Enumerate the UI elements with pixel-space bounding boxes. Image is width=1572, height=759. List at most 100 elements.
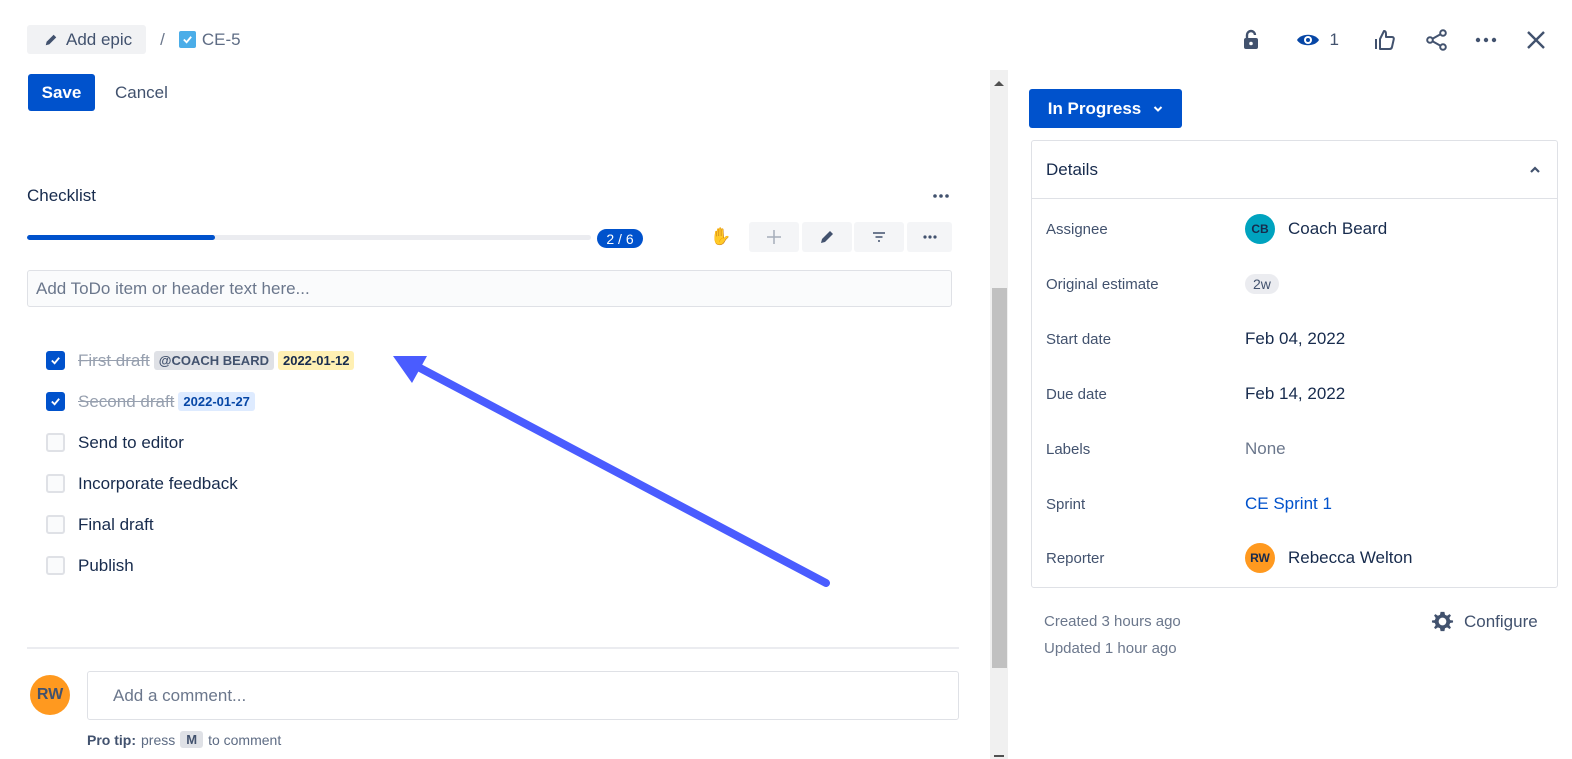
scroll-down-arrow-icon[interactable] bbox=[994, 755, 1004, 757]
detail-original-estimate: Original estimate 2w bbox=[1046, 269, 1279, 299]
created-timestamp: Created 3 hours ago bbox=[1044, 613, 1181, 630]
filter-button[interactable] bbox=[854, 222, 904, 252]
item-text[interactable]: Publish bbox=[78, 556, 134, 576]
shortcut-key: M bbox=[180, 731, 204, 748]
chevron-up-icon bbox=[1530, 165, 1540, 173]
main-scrollbar[interactable] bbox=[990, 70, 1008, 759]
checklist-item: Second draft 2022-01-27 bbox=[46, 381, 354, 422]
checklist-items: First draft @COACH BEARD 2022-01-12 Seco… bbox=[46, 340, 355, 586]
item-text[interactable]: Incorporate feedback bbox=[78, 474, 238, 494]
item-checkbox[interactable] bbox=[46, 474, 65, 493]
start-date-value[interactable]: Feb 04, 2022 bbox=[1245, 329, 1345, 349]
status-label: In Progress bbox=[1047, 98, 1142, 118]
item-checkbox[interactable] bbox=[46, 515, 65, 534]
pencil-icon bbox=[45, 34, 57, 45]
task-checkbox-icon bbox=[178, 31, 196, 48]
checklist-item: Send to editor bbox=[46, 422, 354, 463]
unlock-icon bbox=[1243, 29, 1258, 49]
checklist-more-button[interactable] bbox=[932, 186, 950, 204]
restriction-button[interactable] bbox=[1239, 24, 1263, 56]
scroll-up-arrow-icon[interactable] bbox=[994, 81, 1004, 86]
item-checkbox[interactable] bbox=[46, 556, 65, 575]
add-todo-input[interactable] bbox=[27, 270, 952, 307]
more-actions-button[interactable] bbox=[1474, 24, 1498, 56]
reporter-value[interactable]: RW Rebecca Welton bbox=[1245, 543, 1412, 573]
due-date-tag[interactable]: 2022-01-12 bbox=[277, 351, 355, 370]
pro-tip-label: Pro tip: bbox=[87, 731, 136, 748]
breadcrumb: Add epic / CE-5 bbox=[27, 25, 241, 54]
checklist-progress-bar bbox=[27, 235, 591, 240]
pro-tip-post: to comment bbox=[208, 731, 282, 748]
edit-checklist-button[interactable] bbox=[802, 222, 852, 252]
checklist-item: Final draft bbox=[46, 504, 354, 545]
detail-label: Original estimate bbox=[1046, 275, 1159, 293]
filter-icon bbox=[873, 232, 885, 242]
detail-label: Assignee bbox=[1046, 220, 1108, 238]
share-button[interactable] bbox=[1425, 24, 1449, 56]
pencil-icon bbox=[821, 231, 833, 243]
cancel-button[interactable]: Cancel bbox=[115, 74, 168, 111]
pro-tip-pre: press bbox=[141, 731, 176, 748]
more-horizontal-icon bbox=[922, 235, 937, 239]
detail-labels: Labels None bbox=[1046, 434, 1286, 464]
watch-count: 1 bbox=[1329, 30, 1339, 49]
checklist-options-button[interactable] bbox=[907, 222, 952, 252]
item-text[interactable]: First draft bbox=[78, 351, 150, 371]
annotation-arrow-shaft bbox=[416, 364, 830, 587]
more-horizontal-icon bbox=[1475, 37, 1497, 43]
details-panel: Details Assignee CB Coach Beard Original… bbox=[1031, 140, 1558, 588]
gear-icon bbox=[1431, 611, 1454, 632]
close-icon bbox=[1527, 31, 1545, 49]
item-text[interactable]: Final draft bbox=[78, 515, 154, 535]
assignee-avatar: CB bbox=[1245, 214, 1275, 244]
issue-view: Add epic / CE-5 1 Save Cancel Checklist … bbox=[0, 0, 1572, 759]
issue-key-link[interactable]: CE-5 bbox=[178, 30, 241, 50]
checklist-title: Checklist bbox=[27, 186, 96, 205]
estimate-value[interactable]: 2w bbox=[1245, 274, 1279, 294]
watch-button[interactable]: 1 bbox=[1296, 24, 1339, 56]
detail-label: Start date bbox=[1046, 330, 1112, 348]
due-date-value[interactable]: Feb 14, 2022 bbox=[1245, 384, 1345, 404]
scrollbar-thumb[interactable] bbox=[992, 288, 1007, 668]
labels-value[interactable]: None bbox=[1245, 439, 1286, 459]
assignee-value[interactable]: CB Coach Beard bbox=[1245, 214, 1387, 244]
checklist-progress-badge: 2 / 6 bbox=[597, 229, 643, 248]
reporter-avatar: RW bbox=[1245, 543, 1275, 573]
eye-icon bbox=[1296, 34, 1319, 46]
comment-input[interactable] bbox=[87, 671, 959, 720]
current-user-avatar: RW bbox=[30, 675, 70, 715]
breadcrumb-separator: / bbox=[160, 29, 165, 49]
checklist-item: Incorporate feedback bbox=[46, 463, 354, 504]
checklist-item: Publish bbox=[46, 545, 354, 586]
vote-button[interactable] bbox=[1373, 24, 1397, 56]
item-text[interactable]: Send to editor bbox=[78, 433, 184, 453]
checklist-progress-fill bbox=[27, 235, 215, 240]
detail-assignee: Assignee CB Coach Beard bbox=[1046, 214, 1387, 244]
due-date-tag[interactable]: 2022-01-27 bbox=[178, 392, 255, 411]
configure-button[interactable]: Configure bbox=[1431, 610, 1538, 633]
chevron-down-icon bbox=[1154, 105, 1163, 112]
detail-due-date: Due date Feb 14, 2022 bbox=[1046, 379, 1345, 409]
sprint-link[interactable]: CE Sprint 1 bbox=[1245, 494, 1332, 514]
details-header[interactable]: Details bbox=[1032, 141, 1557, 199]
add-epic-button[interactable]: Add epic bbox=[27, 25, 147, 54]
detail-sprint: Sprint CE Sprint 1 bbox=[1046, 489, 1332, 519]
item-checkbox[interactable] bbox=[46, 433, 65, 452]
item-checkbox[interactable] bbox=[46, 351, 65, 370]
close-button[interactable] bbox=[1524, 24, 1548, 56]
waving-hand-icon[interactable]: ✋ bbox=[710, 227, 731, 247]
detail-label: Sprint bbox=[1046, 495, 1086, 513]
mention-tag[interactable]: @COACH BEARD bbox=[153, 351, 274, 370]
detail-start-date: Start date Feb 04, 2022 bbox=[1046, 324, 1345, 354]
assignee-name: Coach Beard bbox=[1288, 219, 1388, 238]
share-icon bbox=[1426, 29, 1447, 51]
configure-label: Configure bbox=[1464, 611, 1538, 631]
section-divider bbox=[27, 647, 959, 649]
detail-label: Labels bbox=[1046, 440, 1091, 458]
item-checkbox[interactable] bbox=[46, 392, 65, 411]
item-text[interactable]: Second draft bbox=[78, 392, 174, 412]
save-button[interactable]: Save bbox=[28, 74, 95, 111]
plus-icon bbox=[767, 230, 781, 244]
status-dropdown[interactable]: In Progress bbox=[1029, 89, 1182, 128]
add-item-button[interactable] bbox=[749, 222, 799, 252]
